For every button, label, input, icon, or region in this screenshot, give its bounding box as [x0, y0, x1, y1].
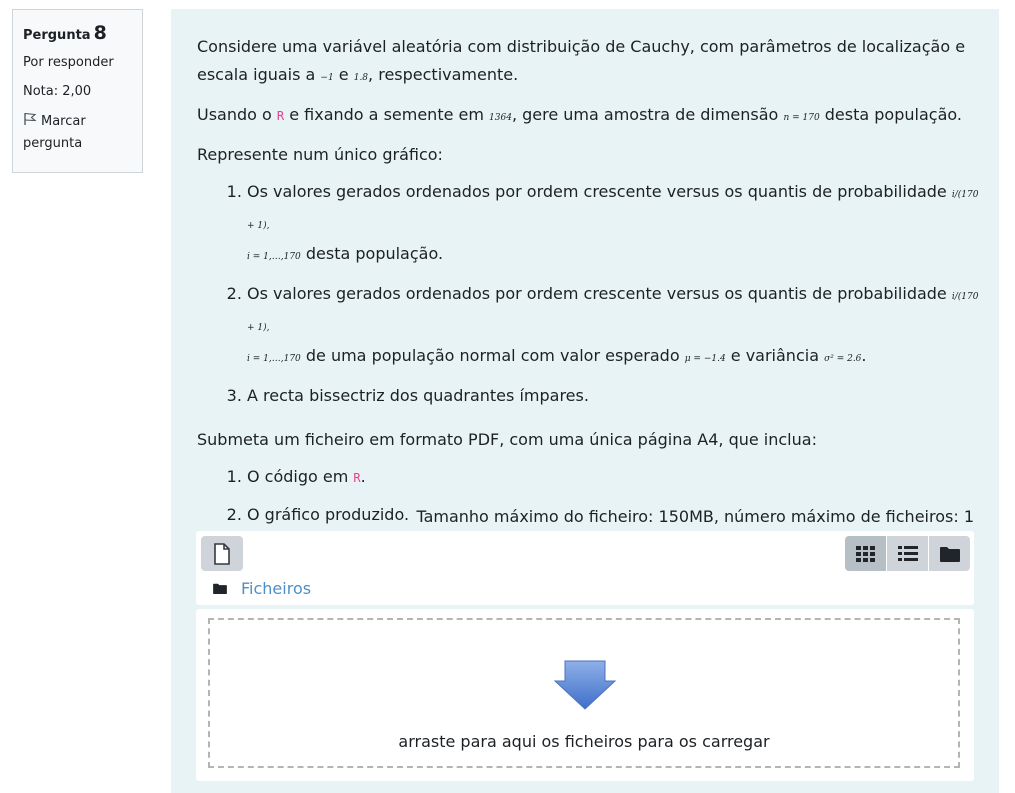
- list-item: Os valores gerados ordenados por ordem c…: [247, 178, 982, 271]
- max-file-size-info: Tamanho máximo do ficheiro: 150MB, númer…: [416, 507, 974, 526]
- question-number-value: 8: [93, 22, 107, 44]
- grid-icon: [855, 545, 875, 562]
- question-text: Considere uma variável aleatória com dis…: [197, 33, 982, 539]
- plot-items-list: Os valores gerados ordenados por ordem c…: [247, 178, 982, 410]
- list-icon: [897, 545, 918, 561]
- paragraph-represent: Represente num único gráfico:: [197, 145, 443, 164]
- drop-instructions: arraste para aqui os ficheiros para os c…: [398, 732, 770, 751]
- folder-icon: [939, 546, 960, 562]
- list-item: A recta bissectriz dos quadrantes ímpare…: [247, 382, 982, 410]
- files-folder-link[interactable]: Ficheiros: [241, 579, 311, 598]
- flag-icon: [24, 112, 37, 125]
- paragraph-distribution: Considere uma variável aleatória com dis…: [197, 37, 966, 84]
- upload-arrow-icon: [553, 660, 617, 710]
- breadcrumb: Ficheiros: [213, 579, 311, 598]
- add-file-button[interactable]: [201, 536, 243, 571]
- dropzone[interactable]: arraste para aqui os ficheiros para os c…: [208, 618, 960, 768]
- paragraph-submit: Submeta um ficheiro em formato PDF, com …: [197, 430, 817, 449]
- file-manager-toolbar: Ficheiros: [196, 531, 974, 605]
- file-drop-area: arraste para aqui os ficheiros para os c…: [196, 609, 974, 781]
- view-list-button[interactable]: [887, 536, 928, 571]
- question-content: Considere uma variável aleatória com dis…: [171, 9, 999, 793]
- flag-question-link[interactable]: Marcar pergunta: [23, 111, 132, 155]
- question-state: Por responder: [23, 55, 114, 70]
- question-label: Pergunta: [23, 28, 91, 43]
- view-grid-button[interactable]: [845, 536, 886, 571]
- view-switcher: [844, 536, 970, 571]
- list-item: O código em R.: [247, 463, 982, 492]
- view-tree-button[interactable]: [929, 536, 970, 571]
- question-info-panel: Pergunta 8 Por responder Nota: 2,00 Marca…: [12, 9, 143, 173]
- paragraph-sample: Usando o R e fixando a semente em 1364, …: [197, 105, 962, 124]
- folder-icon: [213, 583, 227, 594]
- question-grade: Nota: 2,00: [23, 84, 92, 99]
- file-icon: [214, 542, 230, 565]
- list-item: Os valores gerados ordenados por ordem c…: [247, 280, 982, 373]
- question-number: Pergunta 8: [23, 22, 132, 44]
